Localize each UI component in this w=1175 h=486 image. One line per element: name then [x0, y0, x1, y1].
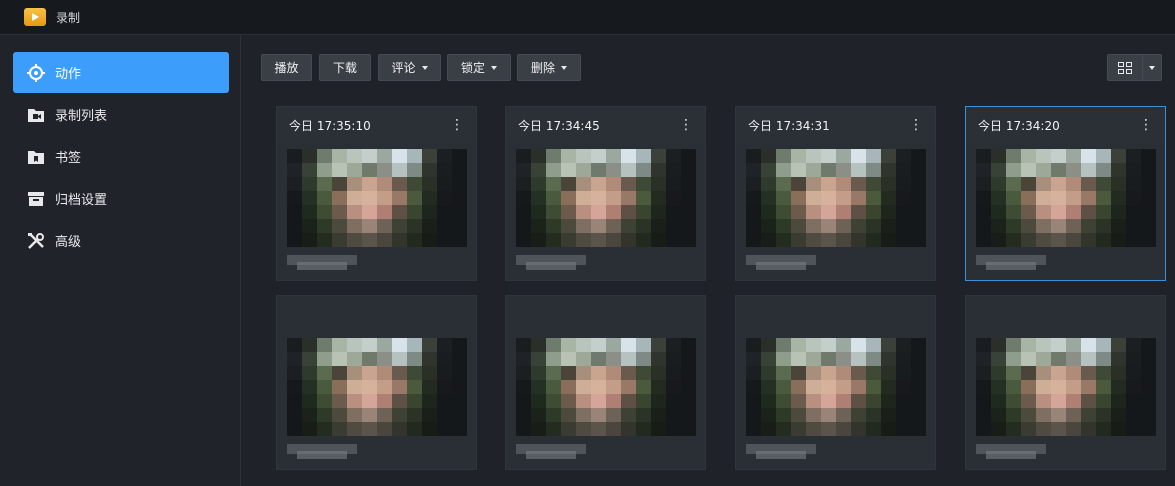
tools-icon — [27, 232, 45, 250]
sidebar-item-label: 归档设置 — [55, 193, 108, 208]
sidebar: 动作 录制列表 书签 归档设置 高级 — [0, 35, 241, 486]
sidebar-item-label: 书签 — [55, 151, 82, 166]
event-caption-blurred — [297, 451, 347, 459]
event-caption-blurred — [986, 451, 1036, 459]
event-timestamp: 今日 17:35:10 — [289, 118, 371, 133]
sidebar-item-bookmarks[interactable]: 书签 — [13, 136, 229, 177]
more-vertical-icon[interactable]: ⋮ — [1139, 118, 1153, 132]
title-bar: 录制 — [0, 0, 1175, 35]
card-header: 今日 17:34:20 ⋮ — [966, 107, 1165, 143]
card-header: 今日 17:35:10 ⋮ — [277, 107, 476, 143]
event-thumbnail[interactable] — [746, 338, 926, 436]
event-timestamp: 今日 17:34:20 — [978, 118, 1060, 133]
more-vertical-icon[interactable]: ⋮ — [679, 118, 693, 132]
chevron-down-icon — [491, 65, 497, 70]
more-vertical-icon[interactable]: ⋮ — [909, 118, 923, 132]
event-thumbnail[interactable] — [976, 149, 1156, 247]
chevron-down-icon — [1149, 65, 1155, 70]
sidebar-item-recording-list[interactable]: 录制列表 — [13, 94, 229, 135]
folder-video-icon — [27, 106, 45, 124]
sidebar-item-label: 高级 — [55, 235, 82, 250]
card-header: 今日 17:34:45 ⋮ — [506, 107, 705, 143]
event-card[interactable] — [505, 295, 706, 470]
event-caption-blurred — [526, 451, 576, 459]
event-thumbnail[interactable] — [516, 149, 696, 247]
event-timestamp: 今日 17:34:31 — [748, 118, 830, 133]
event-card[interactable] — [276, 295, 477, 470]
play-button[interactable]: 播放 — [261, 54, 312, 81]
event-card[interactable]: 今日 17:34:31 ⋮ — [735, 106, 936, 281]
sidebar-item-label: 动作 — [55, 67, 82, 82]
event-thumbnail[interactable] — [287, 338, 467, 436]
lock-dropdown-button[interactable]: 锁定 — [447, 54, 511, 81]
event-thumbnail[interactable] — [746, 149, 926, 247]
more-vertical-icon[interactable]: ⋮ — [450, 118, 464, 132]
event-caption-blurred — [526, 262, 576, 270]
archive-icon — [27, 190, 45, 208]
event-card[interactable] — [965, 295, 1166, 470]
grid-view-icon — [1118, 61, 1132, 74]
download-button[interactable]: 下载 — [319, 54, 371, 81]
event-caption-blurred — [986, 262, 1036, 270]
event-thumbnail[interactable] — [976, 338, 1156, 436]
event-card[interactable] — [735, 295, 936, 470]
view-options-dropdown[interactable] — [1143, 54, 1162, 81]
video-folder-icon — [24, 8, 46, 26]
event-timestamp: 今日 17:34:45 — [518, 118, 600, 133]
comment-dropdown-button[interactable]: 评论 — [378, 54, 441, 81]
event-card[interactable]: 今日 17:34:20 ⋮ — [965, 106, 1166, 281]
event-thumbnail[interactable] — [516, 338, 696, 436]
event-thumbnail[interactable] — [287, 149, 467, 247]
sidebar-item-events[interactable]: 动作 — [13, 52, 229, 93]
sidebar-item-label: 录制列表 — [55, 109, 108, 124]
chevron-down-icon — [561, 65, 567, 70]
event-caption-blurred — [756, 451, 806, 459]
grid-view-button[interactable] — [1107, 54, 1143, 81]
app-title: 录制 — [56, 10, 81, 25]
sidebar-item-archive-settings[interactable]: 归档设置 — [13, 178, 229, 219]
sidebar-item-advanced[interactable]: 高级 — [13, 220, 229, 261]
event-card[interactable]: 今日 17:34:45 ⋮ — [505, 106, 706, 281]
chevron-down-icon — [421, 65, 428, 70]
crosshair-icon — [27, 63, 45, 82]
card-header: 今日 17:34:31 ⋮ — [736, 107, 935, 143]
delete-dropdown-button[interactable]: 删除 — [517, 54, 581, 81]
event-caption-blurred — [297, 262, 347, 270]
folder-bookmark-icon — [27, 148, 45, 166]
event-card[interactable]: 今日 17:35:10 ⋮ — [276, 106, 477, 281]
event-caption-blurred — [756, 262, 806, 270]
